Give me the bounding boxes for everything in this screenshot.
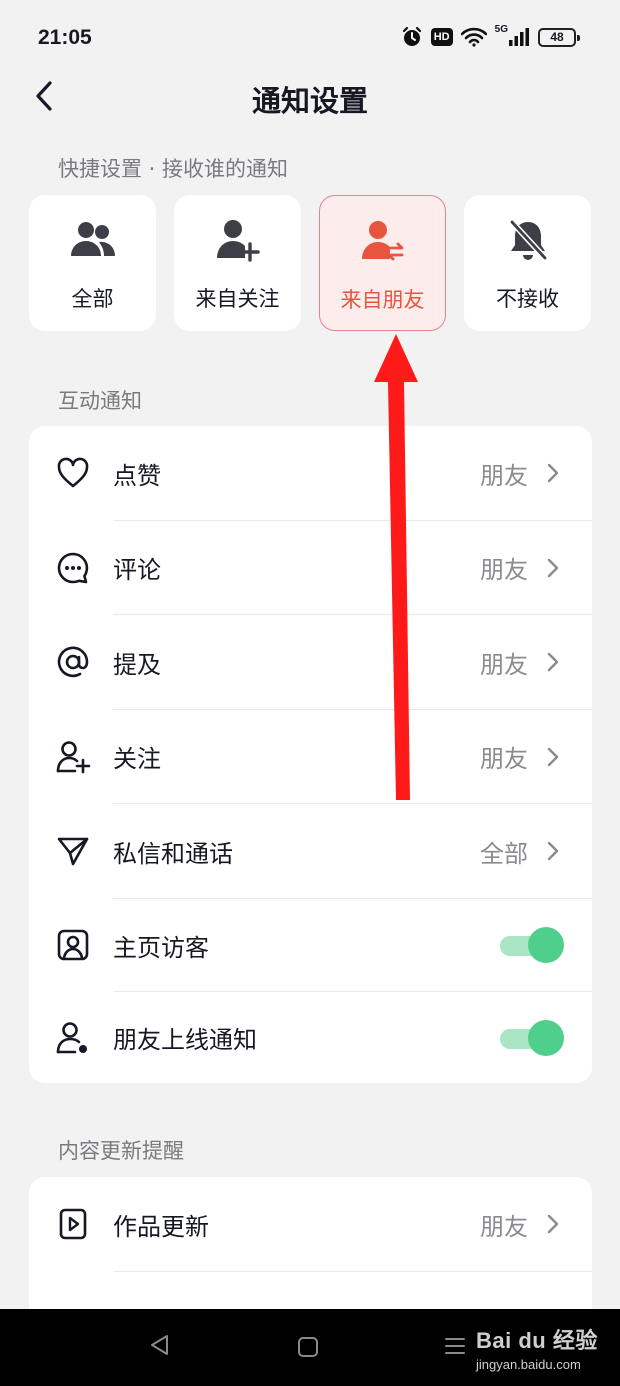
- setting-label: 点赞: [113, 461, 161, 490]
- setting-row-friends-online: 朋友上线通知: [29, 992, 592, 1084]
- quick-settings-label: 快捷设置 · 接收谁的通知: [58, 157, 289, 181]
- quick-option-all[interactable]: 全部: [29, 195, 156, 331]
- interaction-settings-card: 点赞 朋友 评论 朋友 提及 朋友 关注 朋友 私信和通话 全部 主页访客 朋友…: [29, 426, 592, 1083]
- status-icons: HD 5G 48: [401, 24, 580, 50]
- battery-icon: 48: [538, 27, 580, 47]
- setting-row-comments[interactable]: 评论 朋友: [29, 521, 592, 615]
- quick-option-label: 来自关注: [195, 287, 280, 311]
- setting-value: 全部: [480, 839, 528, 868]
- quick-option-label: 全部: [71, 287, 114, 311]
- system-navigation-bar: Bai du 经验 jingyan.baidu.com: [0, 1309, 620, 1386]
- setting-label: 作品更新: [113, 1212, 209, 1241]
- profile-card-icon: [57, 929, 89, 961]
- setting-value: 朋友: [480, 745, 528, 774]
- nav-home-icon[interactable]: [297, 1336, 319, 1358]
- person-add-icon: [56, 740, 91, 774]
- setting-value: 朋友: [480, 556, 528, 585]
- send-icon: [57, 837, 89, 866]
- comment-icon: [57, 552, 89, 584]
- content-updates-card: 作品更新 朋友: [29, 1177, 592, 1309]
- video-icon: [59, 1208, 87, 1240]
- nav-back-icon[interactable]: [148, 1333, 170, 1357]
- nav-menu-icon[interactable]: [444, 1335, 466, 1357]
- profile-visitors-toggle[interactable]: [500, 927, 564, 963]
- hd-icon: HD: [430, 28, 453, 46]
- chevron-right-icon: [547, 464, 559, 483]
- quick-settings-options: 全部 来自关注 来自朋友 不接收: [29, 195, 592, 331]
- friends-online-toggle[interactable]: [500, 1019, 564, 1056]
- setting-label: 私信和通话: [113, 839, 233, 868]
- quick-option-label: 来自朋友: [340, 288, 425, 312]
- watermark-url: jingyan.baidu.com: [476, 1357, 581, 1372]
- header: 通知设置: [0, 68, 620, 124]
- setting-row-profile-visitors: 主页访客: [29, 899, 592, 992]
- bell-off-icon: [508, 219, 548, 261]
- status-bar: 21:05 HD 5G 48: [0, 0, 620, 70]
- setting-value: 朋友: [480, 461, 528, 490]
- content-updates-section-label: 内容更新提醒: [58, 1139, 184, 1163]
- quick-option-none[interactable]: 不接收: [464, 195, 591, 331]
- setting-label: 主页访客: [113, 933, 209, 962]
- setting-value: 朋友: [480, 650, 528, 679]
- chevron-right-icon: [547, 653, 559, 672]
- chevron-right-icon: [547, 842, 559, 861]
- person-online-icon: [56, 1021, 87, 1053]
- status-time: 21:05: [38, 26, 92, 49]
- quick-option-friends[interactable]: 来自朋友: [319, 195, 446, 331]
- heart-icon: [57, 457, 89, 488]
- chevron-right-icon: [547, 747, 559, 766]
- quick-option-label: 不接收: [496, 287, 559, 311]
- quick-option-following[interactable]: 来自关注: [174, 195, 301, 331]
- row-divider: [113, 1270, 592, 1272]
- setting-label: 关注: [113, 745, 161, 774]
- alarm-icon: [402, 26, 421, 46]
- setting-label: 朋友上线通知: [113, 1026, 257, 1054]
- at-icon: [57, 646, 89, 678]
- page-title: 通知设置: [251, 84, 368, 118]
- setting-row-likes[interactable]: 点赞 朋友: [29, 426, 592, 521]
- chevron-right-icon: [547, 558, 559, 577]
- person-swap-icon: [361, 221, 403, 261]
- interaction-section-label: 互动通知: [58, 389, 142, 413]
- network-type-label: 5G: [494, 24, 508, 35]
- signal-icon: [509, 28, 529, 46]
- setting-row-works-update[interactable]: 作品更新 朋友: [29, 1177, 592, 1272]
- setting-row-messages[interactable]: 私信和通话 全部: [29, 804, 592, 899]
- setting-label: 提及: [113, 650, 161, 679]
- watermark: Bai du 经验 jingyan.baidu.com: [476, 1323, 598, 1372]
- setting-row-follows[interactable]: 关注 朋友: [29, 710, 592, 804]
- watermark-logo: Bai du 经验: [476, 1328, 598, 1353]
- chevron-right-icon: [547, 1215, 559, 1234]
- person-add-icon: [216, 220, 260, 262]
- setting-value: 朋友: [480, 1212, 528, 1241]
- setting-row-mentions[interactable]: 提及 朋友: [29, 615, 592, 710]
- setting-label: 评论: [113, 556, 161, 585]
- wifi-icon: [460, 27, 487, 47]
- people-icon: [70, 222, 115, 256]
